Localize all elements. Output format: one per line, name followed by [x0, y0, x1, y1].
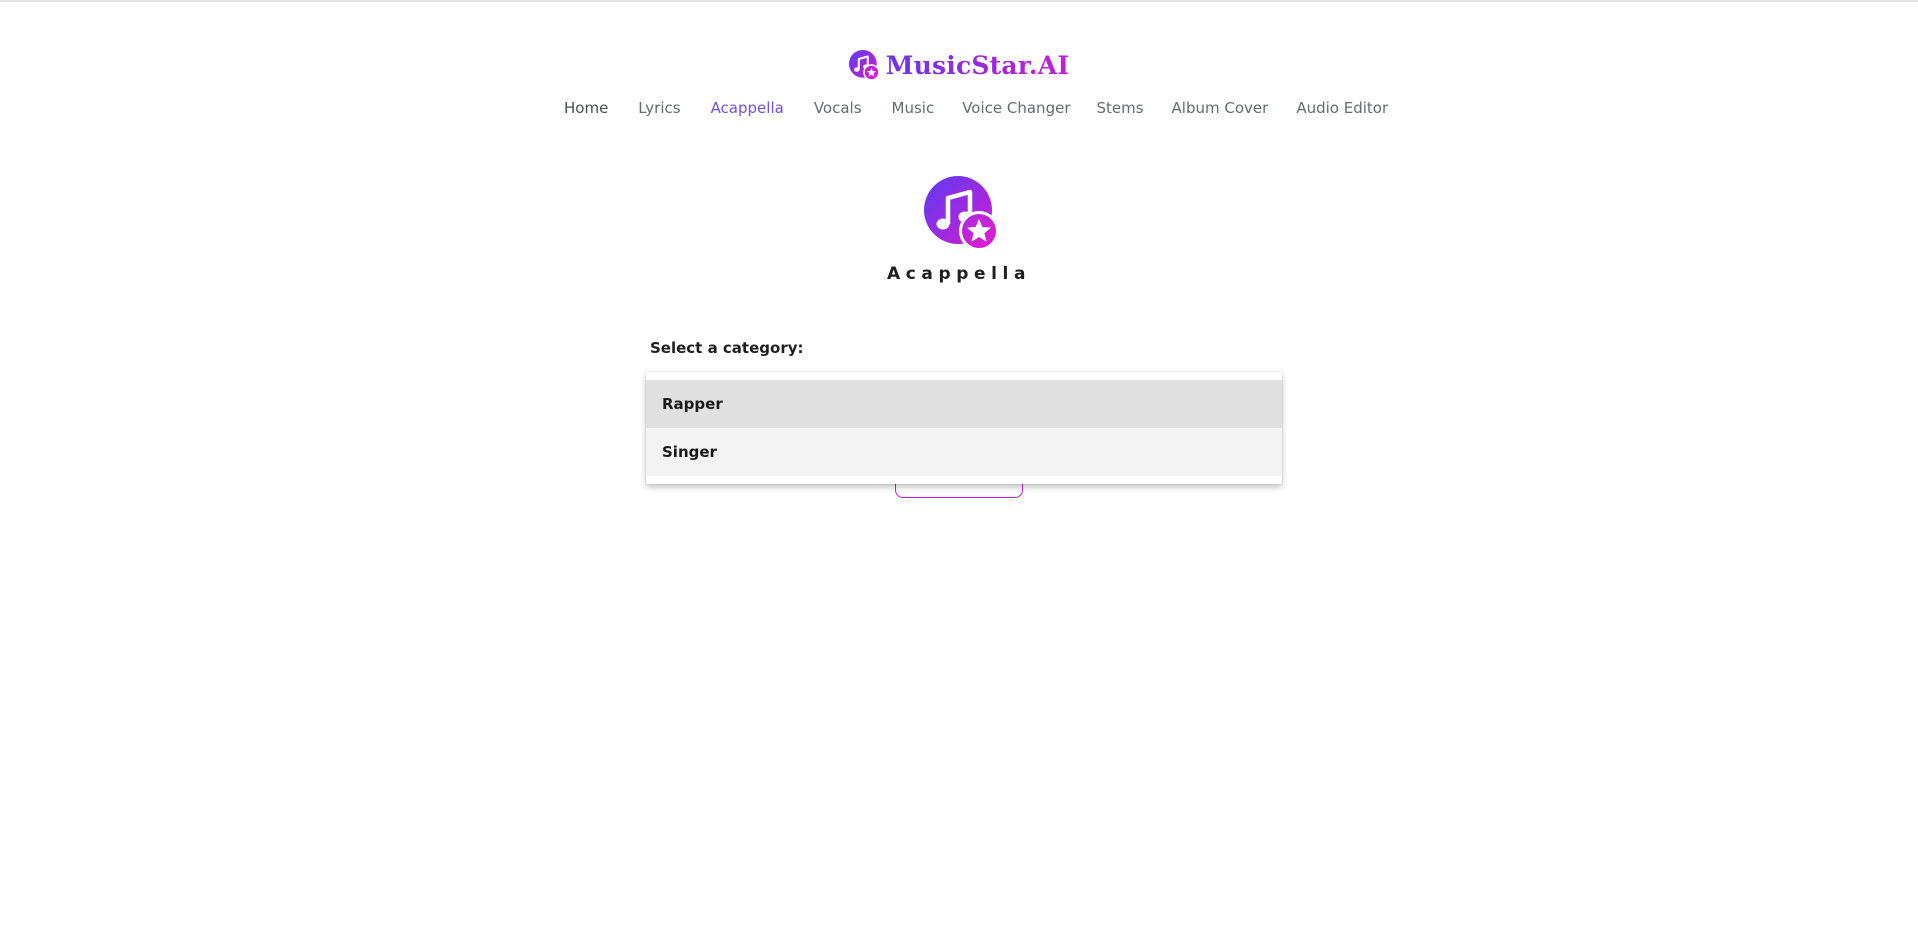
nav-item-vocals[interactable]: Vocals: [814, 99, 862, 117]
category-label: Select a category:: [650, 339, 804, 357]
top-border: [0, 0, 1918, 2]
nav-item-lyrics[interactable]: Lyrics: [638, 99, 680, 117]
nav-item-home[interactable]: Home: [564, 99, 608, 117]
brand[interactable]: MusicStar.AI: [0, 50, 1918, 81]
main-nav: Home Lyrics Acappella Vocals Music Voice…: [564, 99, 1388, 117]
dropdown-option-rapper[interactable]: Rapper: [646, 380, 1282, 428]
dropdown-option-singer[interactable]: Singer: [646, 428, 1282, 476]
nav-item-acappella[interactable]: Acappella: [711, 99, 784, 117]
music-note-star-icon: [848, 50, 880, 81]
nav-item-music[interactable]: Music: [892, 99, 935, 117]
music-note-star-icon: [924, 176, 1000, 252]
brand-name: MusicStar.AI: [885, 51, 1070, 80]
nav-item-audio-editor[interactable]: Audio Editor: [1296, 99, 1388, 117]
category-dropdown[interactable]: Rapper Singer: [646, 372, 1282, 484]
page-title: Acappella: [886, 264, 1032, 284]
nav-item-voice-changer[interactable]: Voice Changer: [962, 99, 1070, 117]
nav-item-stems[interactable]: Stems: [1096, 99, 1143, 117]
nav-item-album-cover[interactable]: Album Cover: [1172, 99, 1269, 117]
